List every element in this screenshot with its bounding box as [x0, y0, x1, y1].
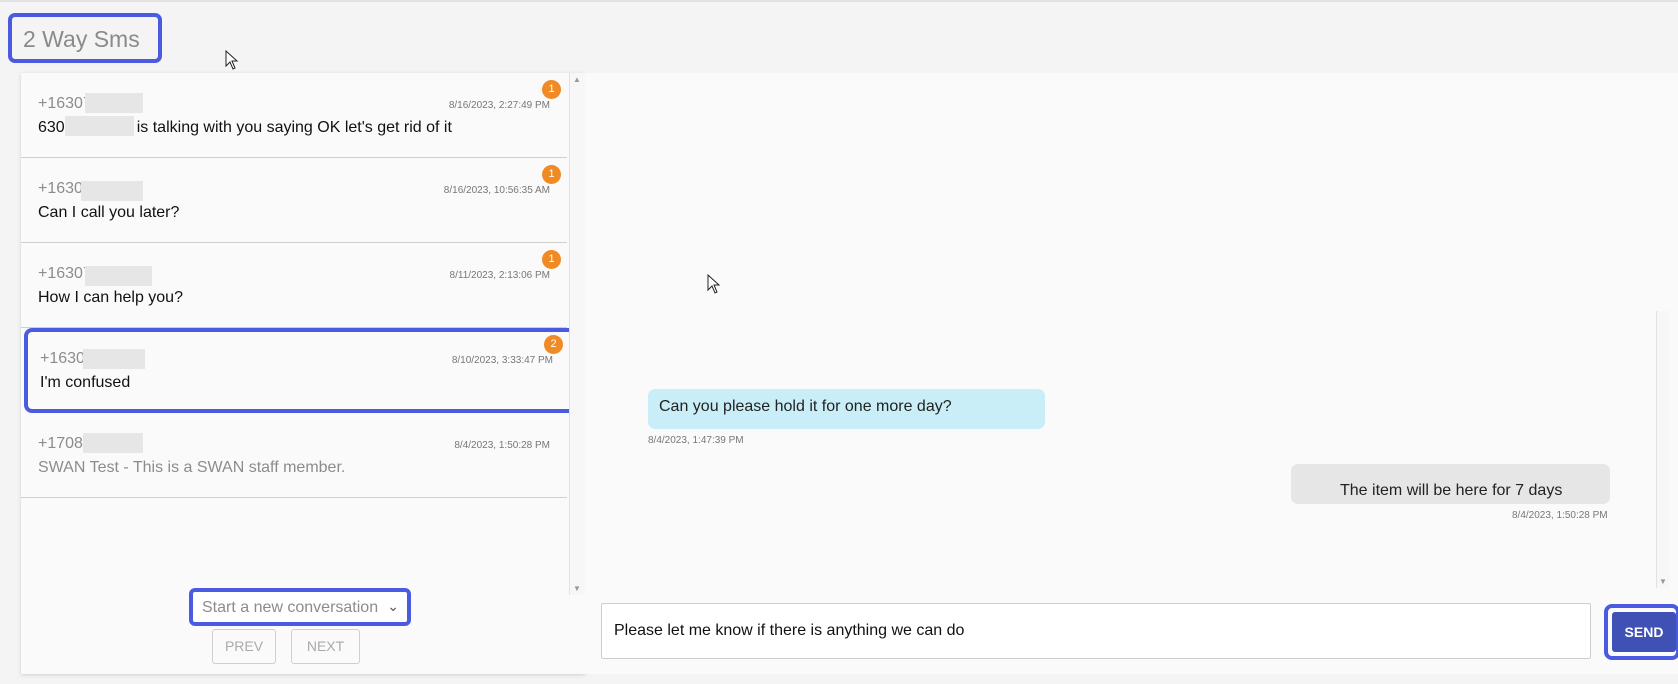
new-conversation-label: Start a new conversation — [202, 599, 379, 616]
redacted-number — [65, 116, 134, 136]
unread-badge: 1 — [542, 250, 561, 269]
conversation-item[interactable]: +1630 8/16/2023, 10:56:35 AM 1 Can I cal… — [21, 158, 567, 243]
thread-scrollbar[interactable]: ▼ — [1656, 311, 1670, 588]
mouse-cursor-icon — [707, 274, 721, 294]
next-button[interactable]: NEXT — [291, 629, 360, 664]
top-divider — [0, 0, 1678, 2]
conversation-date: 8/4/2023, 1:50:28 PM — [454, 440, 550, 451]
conversation-list: +16307 8/16/2023, 2:27:49 PM 1 630 grand… — [21, 73, 587, 498]
prev-button[interactable]: PREV — [212, 629, 276, 664]
conversation-date: 8/10/2023, 3:33:47 PM — [451, 355, 553, 366]
conversation-item[interactable]: +16307 8/16/2023, 2:27:49 PM 1 630 grand… — [21, 73, 567, 158]
chevron-down-icon: ⌄ — [387, 598, 399, 614]
outgoing-message-bubble: The item will be here for 7 days — [1291, 464, 1610, 504]
conversation-phone: +1708 — [38, 435, 83, 452]
message-thread-panel: Can you please hold it for one more day?… — [585, 73, 1678, 674]
scroll-down-icon[interactable]: ▼ — [573, 584, 581, 593]
redacted-number — [83, 349, 145, 369]
redacted-number — [81, 181, 143, 201]
page-title: 2 Way Sms — [8, 13, 162, 63]
scroll-up-icon[interactable]: ▲ — [573, 75, 581, 84]
conversation-date: 8/11/2023, 2:13:06 PM — [449, 270, 550, 281]
send-button[interactable]: SEND — [1612, 612, 1676, 652]
conversation-item[interactable]: +1708 8/4/2023, 1:50:28 PM SWAN Test - T… — [21, 413, 567, 498]
conversation-phone: +1630 — [40, 350, 85, 367]
redacted-number — [83, 433, 143, 453]
conversation-panel: +16307 8/16/2023, 2:27:49 PM 1 630 grand… — [21, 73, 587, 674]
conversation-preview: SWAN Test - This is a SWAN staff member. — [38, 459, 346, 476]
conversation-phone: +16307 — [38, 95, 92, 112]
unread-badge: 2 — [544, 335, 563, 354]
conversation-preview: Can I call you later? — [38, 204, 180, 221]
send-button-highlight: SEND — [1604, 604, 1678, 660]
redacted-number — [85, 266, 152, 286]
new-conversation-select[interactable]: Start a new conversation ⌄ — [189, 588, 411, 626]
conversation-item[interactable]: +16307 8/11/2023, 2:13:06 PM 1 How I can… — [21, 243, 567, 328]
incoming-message-bubble: Can you please hold it for one more day? — [648, 389, 1045, 429]
conversation-preview: I'm confused — [40, 374, 131, 391]
conversation-scrollbar[interactable]: ▲ ▼ — [569, 73, 585, 595]
scroll-down-icon[interactable]: ▼ — [1659, 577, 1667, 586]
unread-badge: 1 — [542, 165, 561, 184]
conversation-item-selected[interactable]: +1630 8/10/2023, 3:33:47 PM 2 I'm confus… — [24, 328, 587, 413]
conversation-phone: +1630 — [38, 180, 83, 197]
redacted-number — [85, 93, 143, 113]
message-timestamp: 8/4/2023, 1:50:28 PM — [1512, 510, 1608, 521]
message-timestamp: 8/4/2023, 1:47:39 PM — [648, 435, 744, 446]
message-compose-input[interactable]: Please let me know if there is anything … — [601, 603, 1591, 659]
mouse-cursor-icon — [225, 50, 239, 70]
conversation-date: 8/16/2023, 2:27:49 PM — [448, 100, 550, 111]
unread-badge: 1 — [542, 80, 561, 99]
conversation-preview: How I can help you? — [38, 289, 183, 306]
conversation-date: 8/16/2023, 10:56:35 AM — [443, 185, 550, 196]
conversation-phone: +16307 — [38, 265, 92, 282]
